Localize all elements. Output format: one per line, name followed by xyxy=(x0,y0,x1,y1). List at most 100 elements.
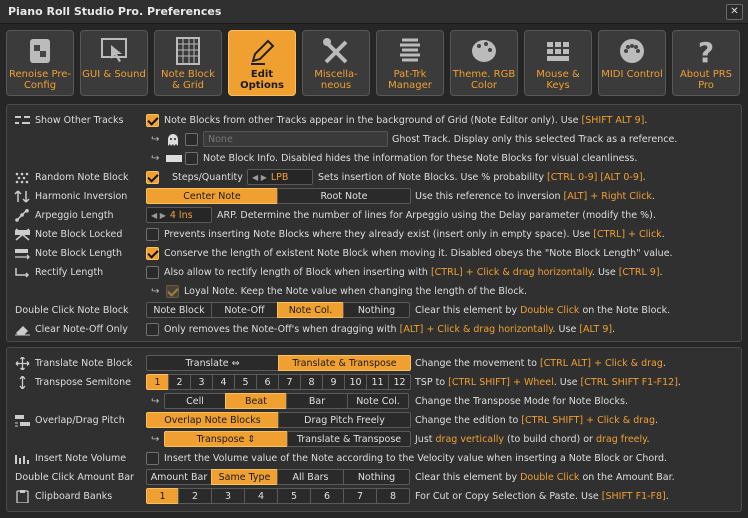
shortcut: [CTRL SHIFT F1-F12] xyxy=(580,377,678,388)
text: . xyxy=(651,191,655,202)
tools-icon xyxy=(323,38,348,64)
description: Also allow to rectify length of Block wh… xyxy=(164,264,663,281)
option-note-col[interactable]: Note Col. xyxy=(347,393,409,409)
label: Random Note Block xyxy=(35,172,129,183)
option-amount-bar[interactable]: Amount Bar xyxy=(146,469,212,485)
description: Just drag vertically (to build chord) or… xyxy=(415,431,649,448)
tab-renoise-pre-config[interactable]: Renoise Pre-Config xyxy=(6,30,74,96)
option-cell[interactable]: Cell xyxy=(164,393,226,409)
option-drag-pitch-freely[interactable]: Drag Pitch Freely xyxy=(278,412,411,428)
option-translate-transpose[interactable]: Translate & Transpose xyxy=(287,431,411,447)
ghost-track-select[interactable]: None xyxy=(203,131,388,147)
semitone-4[interactable]: 4 xyxy=(212,374,235,390)
text: Use this reference to inversion xyxy=(415,191,564,202)
shortcut: [CTRL] + Click & drag horizontally xyxy=(430,267,592,278)
note-block-length-checkbox[interactable] xyxy=(146,247,159,260)
bank-4[interactable]: 4 xyxy=(244,488,278,504)
shortcut: Double Click xyxy=(520,472,580,483)
option-center-note[interactable]: Center Note xyxy=(146,188,278,204)
option-note-block[interactable]: Note Block xyxy=(146,302,212,318)
note-block-locked-checkbox[interactable] xyxy=(146,228,159,241)
bank-1[interactable]: 1 xyxy=(146,488,179,504)
bank-8[interactable]: 8 xyxy=(376,488,410,504)
option-beat[interactable]: Beat xyxy=(225,393,287,409)
steps-quantity-spinner[interactable]: ◀ ▶ LPB xyxy=(247,169,313,185)
title-bar: Piano Roll Studio Pro. Preferences ✕ xyxy=(0,0,748,24)
option-note-col[interactable]: Note Col. xyxy=(277,302,344,318)
insert-note-volume-checkbox[interactable] xyxy=(146,452,159,465)
option-translate[interactable]: Translate ⇔ xyxy=(146,355,279,371)
tab-label: Mouse & Keys xyxy=(536,69,580,91)
shortcut: [CTRL] + Click xyxy=(593,229,662,240)
semitone-11[interactable]: 11 xyxy=(366,374,389,390)
tab-miscellaneous[interactable]: Miscella-neous xyxy=(302,30,370,96)
tab-pat-trk-manager[interactable]: Pat-Trk Manager xyxy=(376,30,444,96)
label: Double Click Note Block xyxy=(15,305,129,316)
shortcut: drag freely xyxy=(595,434,647,445)
window-title: Piano Roll Studio Pro. Preferences xyxy=(8,5,222,18)
tab-label: About PRS Pro xyxy=(679,69,733,91)
bank-7[interactable]: 7 xyxy=(343,488,377,504)
label: Note Block Length xyxy=(35,248,122,259)
label: Arpeggio Length xyxy=(35,210,114,221)
sub-arrow-icon: ↪ xyxy=(151,434,160,445)
close-button[interactable]: ✕ xyxy=(726,4,743,20)
eraser-icon xyxy=(15,326,30,336)
note-block-info-checkbox[interactable] xyxy=(185,152,198,165)
monitor-cursor-icon xyxy=(101,38,127,62)
bank-5[interactable]: 5 xyxy=(277,488,311,504)
semitone-6[interactable]: 6 xyxy=(256,374,279,390)
option-nothing[interactable]: Nothing xyxy=(343,302,410,318)
semitone-2[interactable]: 2 xyxy=(168,374,191,390)
semitone-8[interactable]: 8 xyxy=(300,374,323,390)
text: Prevents inserting Note Blocks where the… xyxy=(164,229,594,240)
option-note-off[interactable]: Note-Off xyxy=(211,302,278,318)
tab-bar: Renoise Pre-Config GUI & Sound Note Bloc… xyxy=(6,30,744,96)
tab-midi-control[interactable]: MIDI Control xyxy=(598,30,666,96)
sub-arrow-icon: ↪ xyxy=(151,396,160,407)
double-click-amount-bar-selector: Amount Bar Same Type All Bars Nothing xyxy=(146,469,410,485)
description: Only removes the Note-Off's when draggin… xyxy=(164,321,615,338)
option-nothing[interactable]: Nothing xyxy=(343,469,410,485)
label: Double Click Amount Bar xyxy=(15,472,134,483)
show-other-tracks-checkbox[interactable] xyxy=(146,114,159,127)
label: Clipboard Banks xyxy=(35,491,113,502)
bank-6[interactable]: 6 xyxy=(310,488,344,504)
semitone-7[interactable]: 7 xyxy=(278,374,301,390)
option-same-type[interactable]: Same Type xyxy=(211,469,278,485)
tab-label: Note Block & Grid xyxy=(161,69,215,91)
semitone-12[interactable]: 12 xyxy=(388,374,411,390)
text: Just xyxy=(415,434,436,445)
option-bar[interactable]: Bar xyxy=(286,393,348,409)
option-all-bars[interactable]: All Bars xyxy=(277,469,344,485)
bank-3[interactable]: 3 xyxy=(211,488,245,504)
option-transpose[interactable]: Transpose ⇕ xyxy=(164,431,288,447)
shortcut: [CTRL SHIFT] + Click & drag xyxy=(521,415,656,426)
semitone-9[interactable]: 9 xyxy=(322,374,345,390)
rectify-length-checkbox[interactable] xyxy=(146,266,159,279)
semitone-10[interactable]: 10 xyxy=(344,374,367,390)
tab-note-block-grid[interactable]: Note Block & Grid xyxy=(154,30,222,96)
option-translate-transpose[interactable]: Translate & Transpose xyxy=(278,355,411,371)
arpeggio-length-spinner[interactable]: ◀ ▶ 4 lns xyxy=(146,207,212,223)
ghost-track-checkbox[interactable] xyxy=(185,133,198,146)
tab-edit-options[interactable]: Edit Options xyxy=(228,30,296,96)
bank-2[interactable]: 2 xyxy=(178,488,212,504)
tab-mouse-keys[interactable]: Mouse & Keys xyxy=(524,30,592,96)
move-arrows-icon xyxy=(15,357,30,370)
semitone-5[interactable]: 5 xyxy=(234,374,257,390)
tab-about-prs-pro[interactable]: ? About PRS Pro xyxy=(672,30,740,96)
tab-gui-sound[interactable]: GUI & Sound xyxy=(80,30,148,96)
clear-note-off-only-checkbox[interactable] xyxy=(146,323,159,336)
semitone-1[interactable]: 1 xyxy=(146,374,169,390)
tab-theme-rgb-color[interactable]: Theme. RGB Color xyxy=(450,30,518,96)
steps-quantity-label: Steps/Quantity xyxy=(172,172,243,183)
loyal-note-checkbox[interactable] xyxy=(166,285,179,298)
random-note-block-checkbox[interactable] xyxy=(146,171,159,184)
semitone-3[interactable]: 3 xyxy=(190,374,213,390)
option-overlap-note-blocks[interactable]: Overlap Note Blocks xyxy=(146,412,279,428)
double-click-note-block-selector: Note Block Note-Off Note Col. Nothing xyxy=(146,302,410,318)
text: . xyxy=(642,172,646,183)
shortcut: drag vertically xyxy=(435,434,505,445)
option-root-note[interactable]: Root Note xyxy=(277,188,411,204)
